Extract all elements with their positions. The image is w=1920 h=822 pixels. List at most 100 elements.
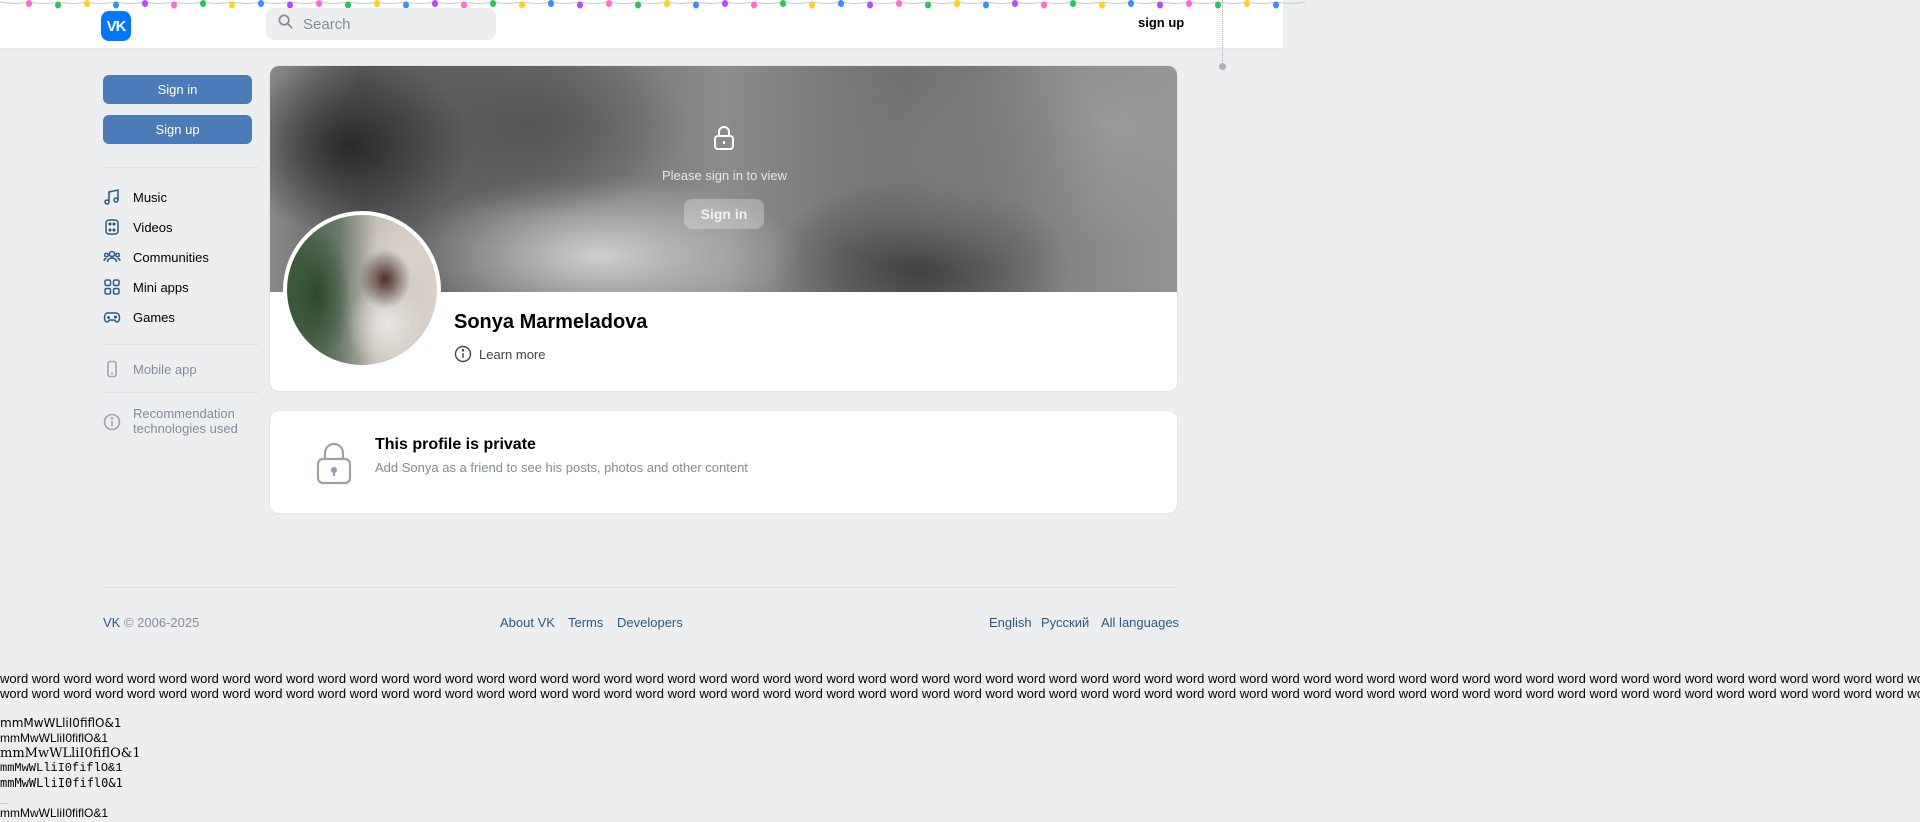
footer-link-developers[interactable]: Developers xyxy=(617,615,683,630)
sidebar-divider xyxy=(103,344,258,345)
footer-link-terms[interactable]: Terms xyxy=(568,615,603,630)
sidebar-item-games[interactable]: Games xyxy=(103,307,175,327)
garland-bulb xyxy=(490,0,496,7)
garland-bulb xyxy=(664,0,670,7)
sidebar-item-label: Music xyxy=(133,189,167,205)
test-glyph-line: mmMwWLliI0fiflO&1 xyxy=(0,731,109,745)
search-input[interactable] xyxy=(301,14,485,34)
private-profile-card: This profile is private Add Sonya as a f… xyxy=(269,410,1178,514)
search-icon xyxy=(278,14,293,34)
garland-bulb xyxy=(577,1,583,9)
garland-bulb xyxy=(142,0,148,7)
footer-divider xyxy=(103,587,1178,588)
garland-bulb xyxy=(1099,1,1105,9)
garland-wire xyxy=(0,1,1306,4)
garland-bulb xyxy=(1012,0,1018,7)
padlock-icon xyxy=(315,441,353,490)
garland-bulb xyxy=(113,1,119,9)
learn-more-link[interactable]: Learn more xyxy=(454,345,545,363)
garland-bulb xyxy=(519,1,525,9)
sidebar-item-videos[interactable]: Videos xyxy=(103,217,173,237)
info-circle-icon xyxy=(454,345,472,363)
recommendation-label-line2: technologies used xyxy=(133,421,238,436)
lock-icon xyxy=(712,125,736,156)
top-header: VK sign up xyxy=(0,0,1306,49)
footer-lang-english[interactable]: English xyxy=(989,615,1032,630)
garland-bulb xyxy=(1215,1,1221,9)
footer-copyright: VK © 2006-2025 xyxy=(103,615,199,630)
mini-apps-icon xyxy=(103,278,121,296)
test-glyph-line: mmMwWLliI0fiflO&1 xyxy=(0,761,123,775)
test-glyph-line: mmMwWLliI0fifl0&1 xyxy=(0,776,123,790)
header-signup-link[interactable]: sign up xyxy=(1138,15,1184,30)
garland-bulb xyxy=(26,0,32,7)
test-glyph-line: mmMwWLliI0fiflO&1 xyxy=(0,716,122,730)
garland-bulb xyxy=(635,1,641,9)
garland-bulb xyxy=(867,1,873,9)
test-glyph-line: mmMwWLliI0fiflO&1 xyxy=(0,806,109,820)
video-icon xyxy=(103,218,121,236)
sidebar-item-music[interactable]: Music xyxy=(103,187,167,207)
garland-string xyxy=(1222,0,1223,64)
garland-bulb xyxy=(171,1,177,9)
garland-bulb xyxy=(1244,0,1250,7)
cover-signin-prompt: Please sign in to view xyxy=(661,168,787,183)
footer-brand-link[interactable]: VK xyxy=(103,615,120,630)
garland-bulb xyxy=(722,0,728,7)
search-box[interactable] xyxy=(266,8,496,40)
garland-bulb xyxy=(1273,1,1279,9)
sidebar-divider xyxy=(103,167,258,168)
garland-bulb xyxy=(1070,0,1076,7)
garland-bulb xyxy=(374,0,380,7)
garland-bulb xyxy=(896,0,902,7)
garland-bulb xyxy=(432,0,438,7)
garland-bulb xyxy=(780,0,786,7)
garland-bulb xyxy=(1041,1,1047,9)
private-title: This profile is private xyxy=(375,436,536,453)
footer-link-about[interactable]: About VK xyxy=(500,615,555,630)
garland-bulb xyxy=(693,1,699,9)
garland-bulb xyxy=(258,0,264,7)
sidebar-item-label: Mobile app xyxy=(133,361,197,377)
garland-bulb xyxy=(751,1,757,9)
garland-bulb xyxy=(809,1,815,9)
garland-bulb xyxy=(1186,0,1192,7)
signin-button[interactable]: Sign in xyxy=(103,75,252,104)
footer-copyright-text: © 2006-2025 xyxy=(123,615,200,630)
sidebar-divider xyxy=(103,392,258,393)
garland-pull-knob[interactable] xyxy=(1219,63,1226,70)
signup-button[interactable]: Sign up xyxy=(103,115,252,144)
garland-bulb xyxy=(606,0,612,7)
garland-bulb xyxy=(954,0,960,7)
garland-bulb xyxy=(1128,0,1134,7)
sidebar-item-mini-apps[interactable]: Mini apps xyxy=(103,277,189,297)
garland-bulb xyxy=(55,1,61,9)
vk-logo-icon[interactable]: VK xyxy=(101,11,131,41)
sidebar-item-label: Recommendation technologies used xyxy=(133,406,238,436)
music-note-icon xyxy=(103,188,121,206)
mobile-phone-icon xyxy=(103,360,121,378)
avatar[interactable] xyxy=(283,211,441,369)
garland-bulb xyxy=(983,1,989,9)
test-words-line: word word word word word word word word … xyxy=(0,686,1920,701)
garland-bulb xyxy=(1157,1,1163,9)
sidebar-item-recommendation-tech[interactable]: Recommendation technologies used xyxy=(103,406,238,440)
sidebar-item-communities[interactable]: Communities xyxy=(103,247,209,267)
private-subtitle: Add Sonya as a friend to see his posts, … xyxy=(375,460,748,475)
footer-lang-all[interactable]: All languages xyxy=(1101,615,1179,630)
gamepad-icon xyxy=(103,308,121,326)
garland-bulb xyxy=(925,1,931,9)
test-words-line: word word word word word word word word … xyxy=(0,671,1920,686)
garland-bulb xyxy=(229,1,235,9)
garland-bulb xyxy=(316,0,322,7)
sidebar-item-mobile-app[interactable]: Mobile app xyxy=(103,359,197,379)
footer-lang-russian[interactable]: Русский xyxy=(1041,615,1089,630)
profile-name: Sonya Marmeladova xyxy=(454,311,648,333)
garland-bulb xyxy=(548,0,554,7)
recommendation-label-line1: Recommendation xyxy=(133,406,235,421)
cover-signin-button[interactable]: Sign in xyxy=(684,199,764,229)
sidebar-item-label: Communities xyxy=(133,249,209,265)
test-dots: ... xyxy=(0,796,8,806)
garland-bulb xyxy=(84,0,90,7)
communities-icon xyxy=(103,248,121,266)
